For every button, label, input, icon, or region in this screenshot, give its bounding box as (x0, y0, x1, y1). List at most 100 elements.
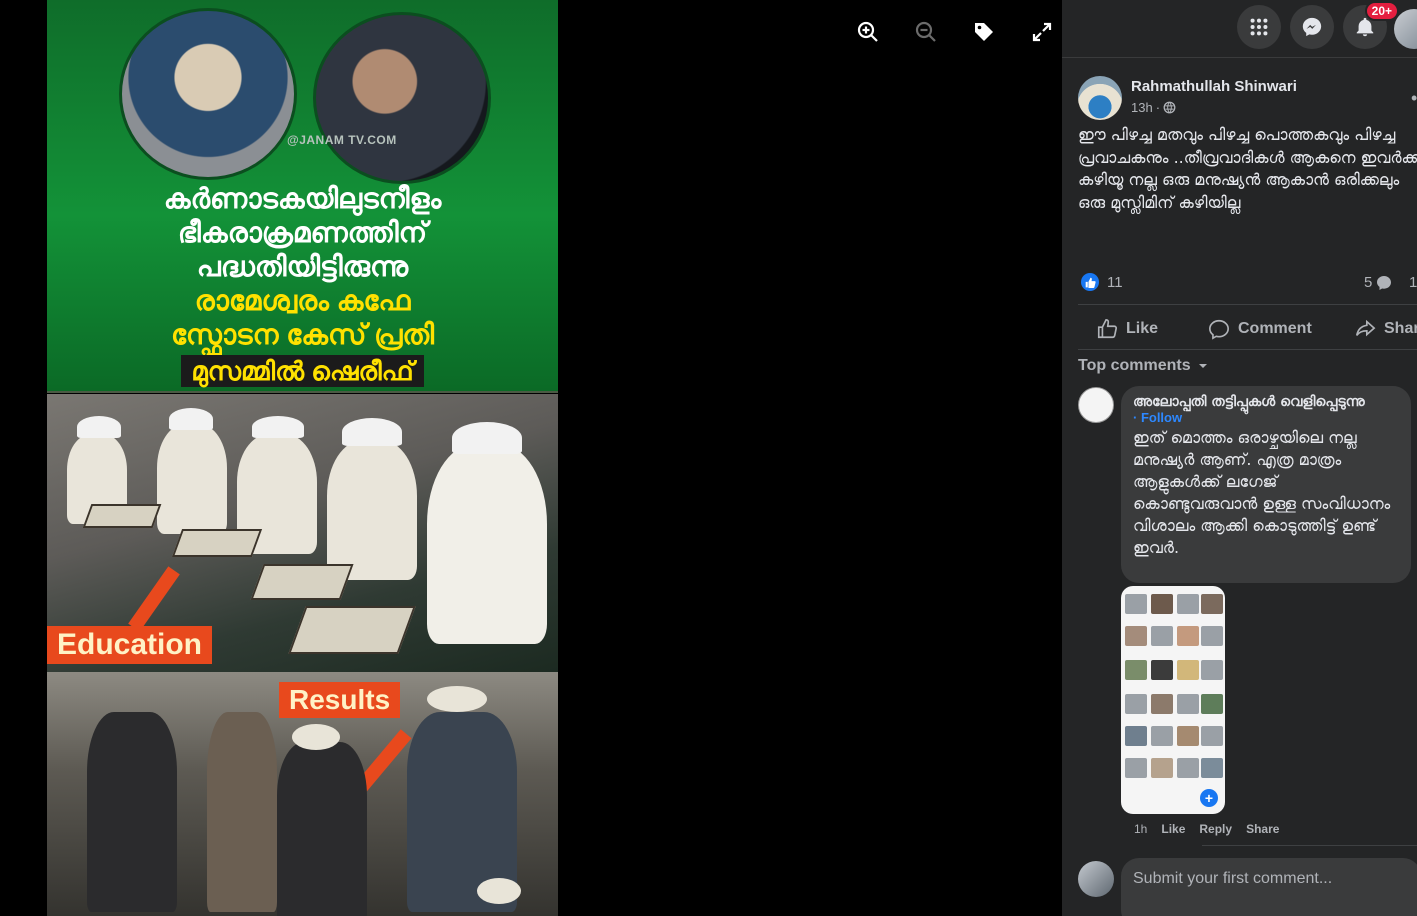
student-cap (169, 408, 213, 430)
notifications-button[interactable]: 20+ (1343, 1, 1399, 49)
reactions-bar: 11 5 1 (1078, 272, 1417, 294)
image-cell (1177, 694, 1199, 714)
image-cell (1201, 626, 1223, 646)
image-cell (1201, 758, 1223, 778)
like-button[interactable]: Like (1096, 318, 1158, 340)
top-navigation: 20+ (1062, 0, 1417, 58)
news-panel: @JANAM TV.COM കർണാടകയിലുടനീളം ഭീകരാക്രമണ… (47, 0, 558, 393)
zoom-out-icon[interactable] (908, 14, 944, 50)
post-actions: Like Comment Share (1078, 312, 1417, 346)
comment-bubble-icon (1377, 275, 1392, 290)
image-cell (1151, 626, 1173, 646)
image-cell (1177, 758, 1199, 778)
headline-line-6: മുസമ്മിൽ ഷെരീഫ് (181, 355, 424, 387)
image-cell (1125, 694, 1147, 714)
comment-time[interactable]: 1h (1134, 822, 1147, 836)
like-button-label: Like (1126, 320, 1159, 337)
share-button[interactable]: Share (1354, 318, 1417, 340)
messenger-icon (1302, 17, 1322, 37)
follow-link[interactable]: · Follow (1133, 411, 1399, 425)
results-label: Results (279, 682, 401, 718)
comment-icon (1209, 319, 1229, 340)
image-cell (1201, 660, 1223, 680)
divider (1202, 845, 1417, 846)
more-options-icon[interactable]: • (1411, 88, 1417, 109)
reaction-count[interactable]: 11 (1107, 274, 1123, 291)
comment-bubble: അലോപ്പതി തട്ടിപ്പുകൾ വെളിപ്പെടുന്നു · Fo… (1121, 386, 1411, 583)
post-photo[interactable]: @JANAM TV.COM കർണാടകയിലുടനീളം ഭീകരാക്രമണ… (47, 0, 558, 916)
fighter-figure (207, 712, 277, 912)
quran-book (288, 606, 416, 654)
quran-book (171, 529, 263, 557)
student-figure (157, 424, 227, 534)
image-cell (1151, 758, 1173, 778)
photo-viewer-stage: @JANAM TV.COM കർണാടകയിലുടനീളം ഭീകരാക്രമണ… (0, 0, 1062, 916)
image-cell (1201, 594, 1223, 614)
education-label: Education (47, 626, 213, 664)
menu-grid-button[interactable] (1237, 5, 1281, 49)
post-sidebar: 20+ Rahmathullah Shinwari 13h · • ഈ പിഴച… (1062, 0, 1417, 916)
divider (1078, 349, 1417, 350)
composer-avatar[interactable] (1078, 861, 1114, 897)
comment-count[interactable]: 5 (1364, 274, 1392, 291)
comment-share-button[interactable]: Share (1246, 822, 1279, 836)
image-cell (1151, 726, 1173, 746)
image-cell (1201, 726, 1223, 746)
comment-reply-button[interactable]: Reply (1199, 822, 1232, 836)
post-text: ഈ പിഴച്ച മതവും പിഴച്ച പൊത്തകവും പിഴച്ച പ… (1078, 125, 1417, 212)
student-cap (77, 416, 121, 438)
thumbs-up-icon (1097, 319, 1117, 339)
image-cell (1125, 726, 1147, 746)
fullscreen-icon[interactable] (1024, 14, 1060, 50)
image-cell (1177, 726, 1199, 746)
results-panel: Results (47, 672, 558, 916)
fighter-turban (292, 724, 340, 750)
image-cell (1125, 758, 1147, 778)
comment-author[interactable]: അലോപ്പതി തട്ടിപ്പുകൾ വെളിപ്പെടുന്നു (1133, 394, 1399, 411)
student-cap (452, 422, 522, 454)
tag-icon[interactable] (966, 14, 1002, 50)
comment-author-avatar[interactable] (1078, 387, 1114, 423)
post-time[interactable]: 13h (1131, 100, 1153, 115)
divider (1078, 304, 1417, 305)
headline-line-3: പദ്ധതിയിട്ടിരുന്നു (196, 251, 409, 282)
zoom-in-icon[interactable] (850, 14, 886, 50)
image-cell (1177, 660, 1199, 680)
image-cell (1201, 694, 1223, 714)
photo-person-left (119, 8, 297, 180)
viewer-toolbar (850, 14, 1060, 50)
image-cell (1125, 626, 1147, 646)
share-button-label: Share (1384, 320, 1417, 337)
student-figure (427, 444, 547, 644)
comment-button-label: Comment (1238, 320, 1312, 337)
share-count[interactable]: 1 (1409, 274, 1417, 291)
chevron-down-icon (1198, 364, 1207, 368)
messenger-button[interactable] (1290, 5, 1334, 49)
notifications-badge: 20+ (1364, 1, 1399, 21)
student-figure (327, 440, 417, 580)
comment-button[interactable]: Comment (1208, 318, 1312, 340)
comment-input[interactable] (1133, 870, 1409, 888)
fighter-turban (427, 686, 487, 712)
photo-person-right (313, 12, 491, 184)
comment-sort-dropdown[interactable]: Top comments (1078, 357, 1209, 375)
comment-meta: 1h Like Reply Share (1134, 822, 1279, 836)
image-cell (1125, 660, 1147, 680)
image-cell (1151, 660, 1173, 680)
like-reaction-icon[interactable] (1081, 273, 1099, 291)
fighter-turban (477, 878, 521, 904)
post-meta: 13h · (1131, 100, 1176, 115)
quran-book (250, 564, 354, 600)
student-cap (252, 416, 304, 438)
comment-text: ഇത് മൊത്തം ഒരാഴ്ചയിലെ നല്ല മനുഷ്യർ ആണ്. … (1133, 428, 1391, 557)
comment-attachment-image[interactable]: + (1121, 586, 1225, 814)
image-cell (1125, 594, 1147, 614)
author-name[interactable]: Rahmathullah Shinwari (1131, 78, 1297, 95)
comment-sort-label: Top comments (1078, 357, 1191, 374)
add-icon[interactable]: + (1200, 789, 1218, 807)
author-avatar[interactable] (1078, 76, 1122, 120)
education-panel: Education (47, 394, 558, 672)
post-header: Rahmathullah Shinwari 13h · • (1078, 76, 1417, 120)
comment-like-button[interactable]: Like (1161, 822, 1185, 836)
headline-line-2: ഭീകരാക്രമണത്തിന് (177, 217, 428, 248)
